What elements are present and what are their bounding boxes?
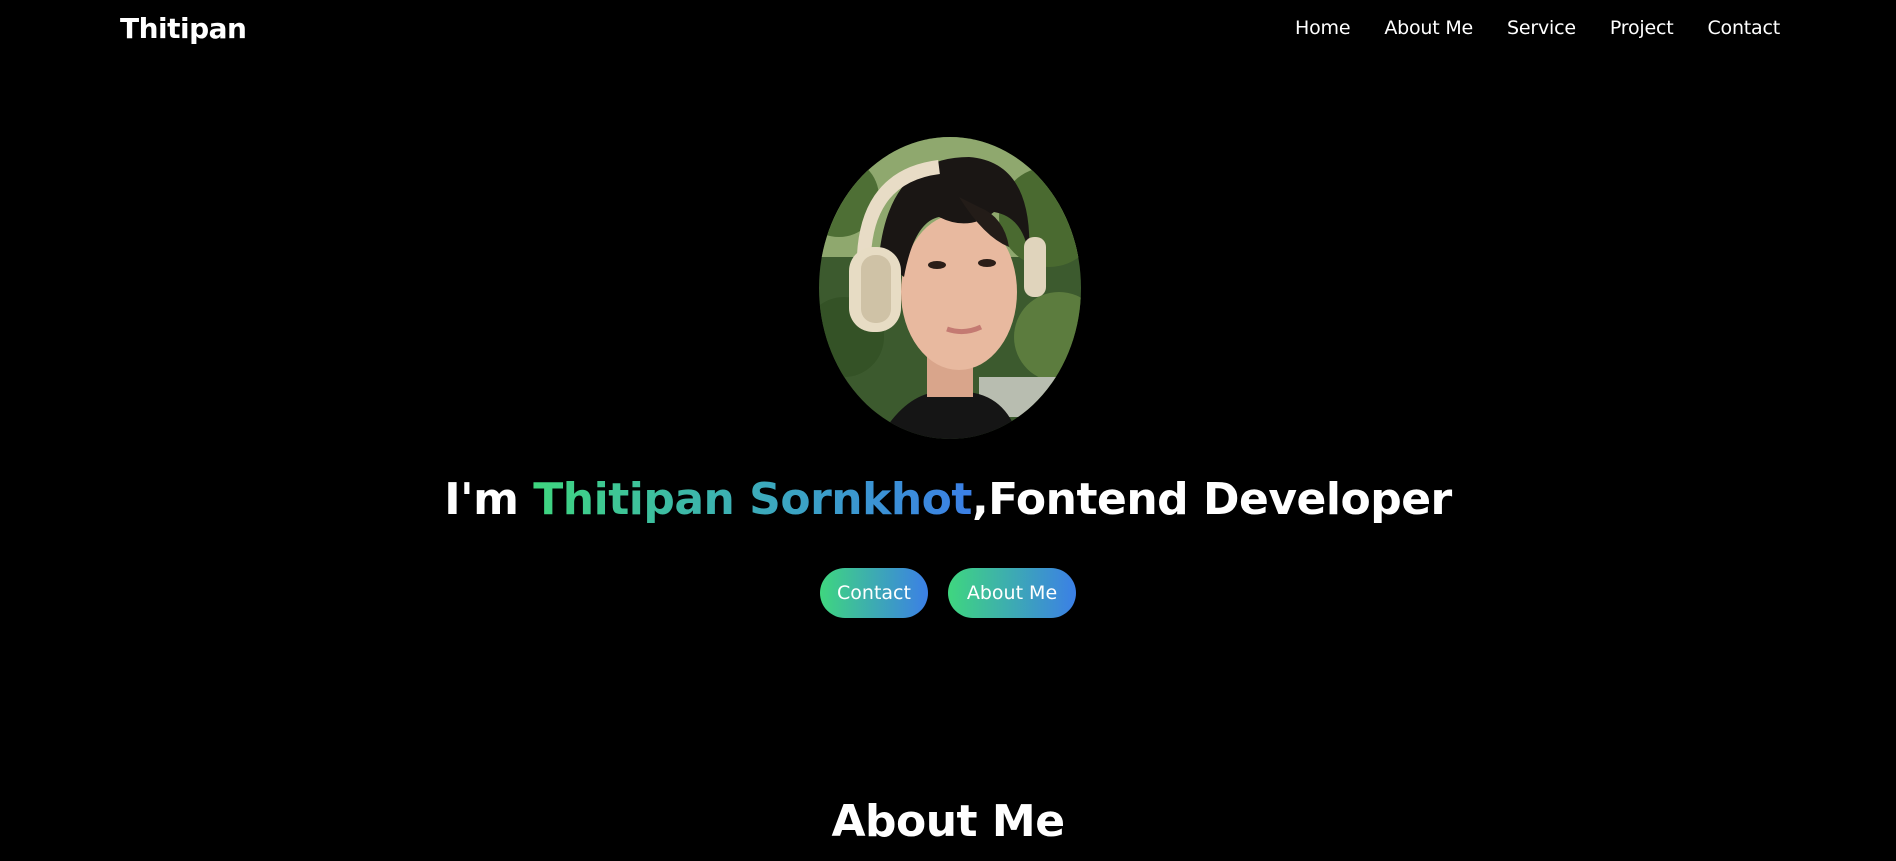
site-header: Thitipan Home About Me Service Project C…	[0, 0, 1896, 60]
hero-headline: I'm Thitipan Sornkhot,Fontend Developer	[0, 474, 1896, 525]
profile-photo	[819, 137, 1081, 439]
hero-buttons: Contact About Me	[0, 568, 1896, 618]
contact-button[interactable]: Contact	[820, 568, 928, 618]
nav-item-contact[interactable]: Contact	[1707, 17, 1780, 39]
nav-item-home[interactable]: Home	[1295, 17, 1351, 39]
profile-avatar	[819, 137, 1081, 439]
portfolio-page: Thitipan Home About Me Service Project C…	[0, 0, 1896, 861]
main-nav: Home About Me Service Project Contact	[1295, 17, 1780, 39]
headline-prefix: I'm	[444, 474, 534, 525]
nav-item-service[interactable]: Service	[1507, 17, 1576, 39]
nav-item-about-me[interactable]: About Me	[1384, 17, 1473, 39]
about-section-title: About Me	[831, 796, 1065, 847]
headline-suffix: ,Fontend Developer	[971, 474, 1452, 525]
nav-item-project[interactable]: Project	[1610, 17, 1674, 39]
headline-name: Thitipan Sornkhot	[533, 474, 972, 525]
site-logo[interactable]: Thitipan	[120, 12, 247, 45]
about-me-button[interactable]: About Me	[948, 568, 1076, 618]
